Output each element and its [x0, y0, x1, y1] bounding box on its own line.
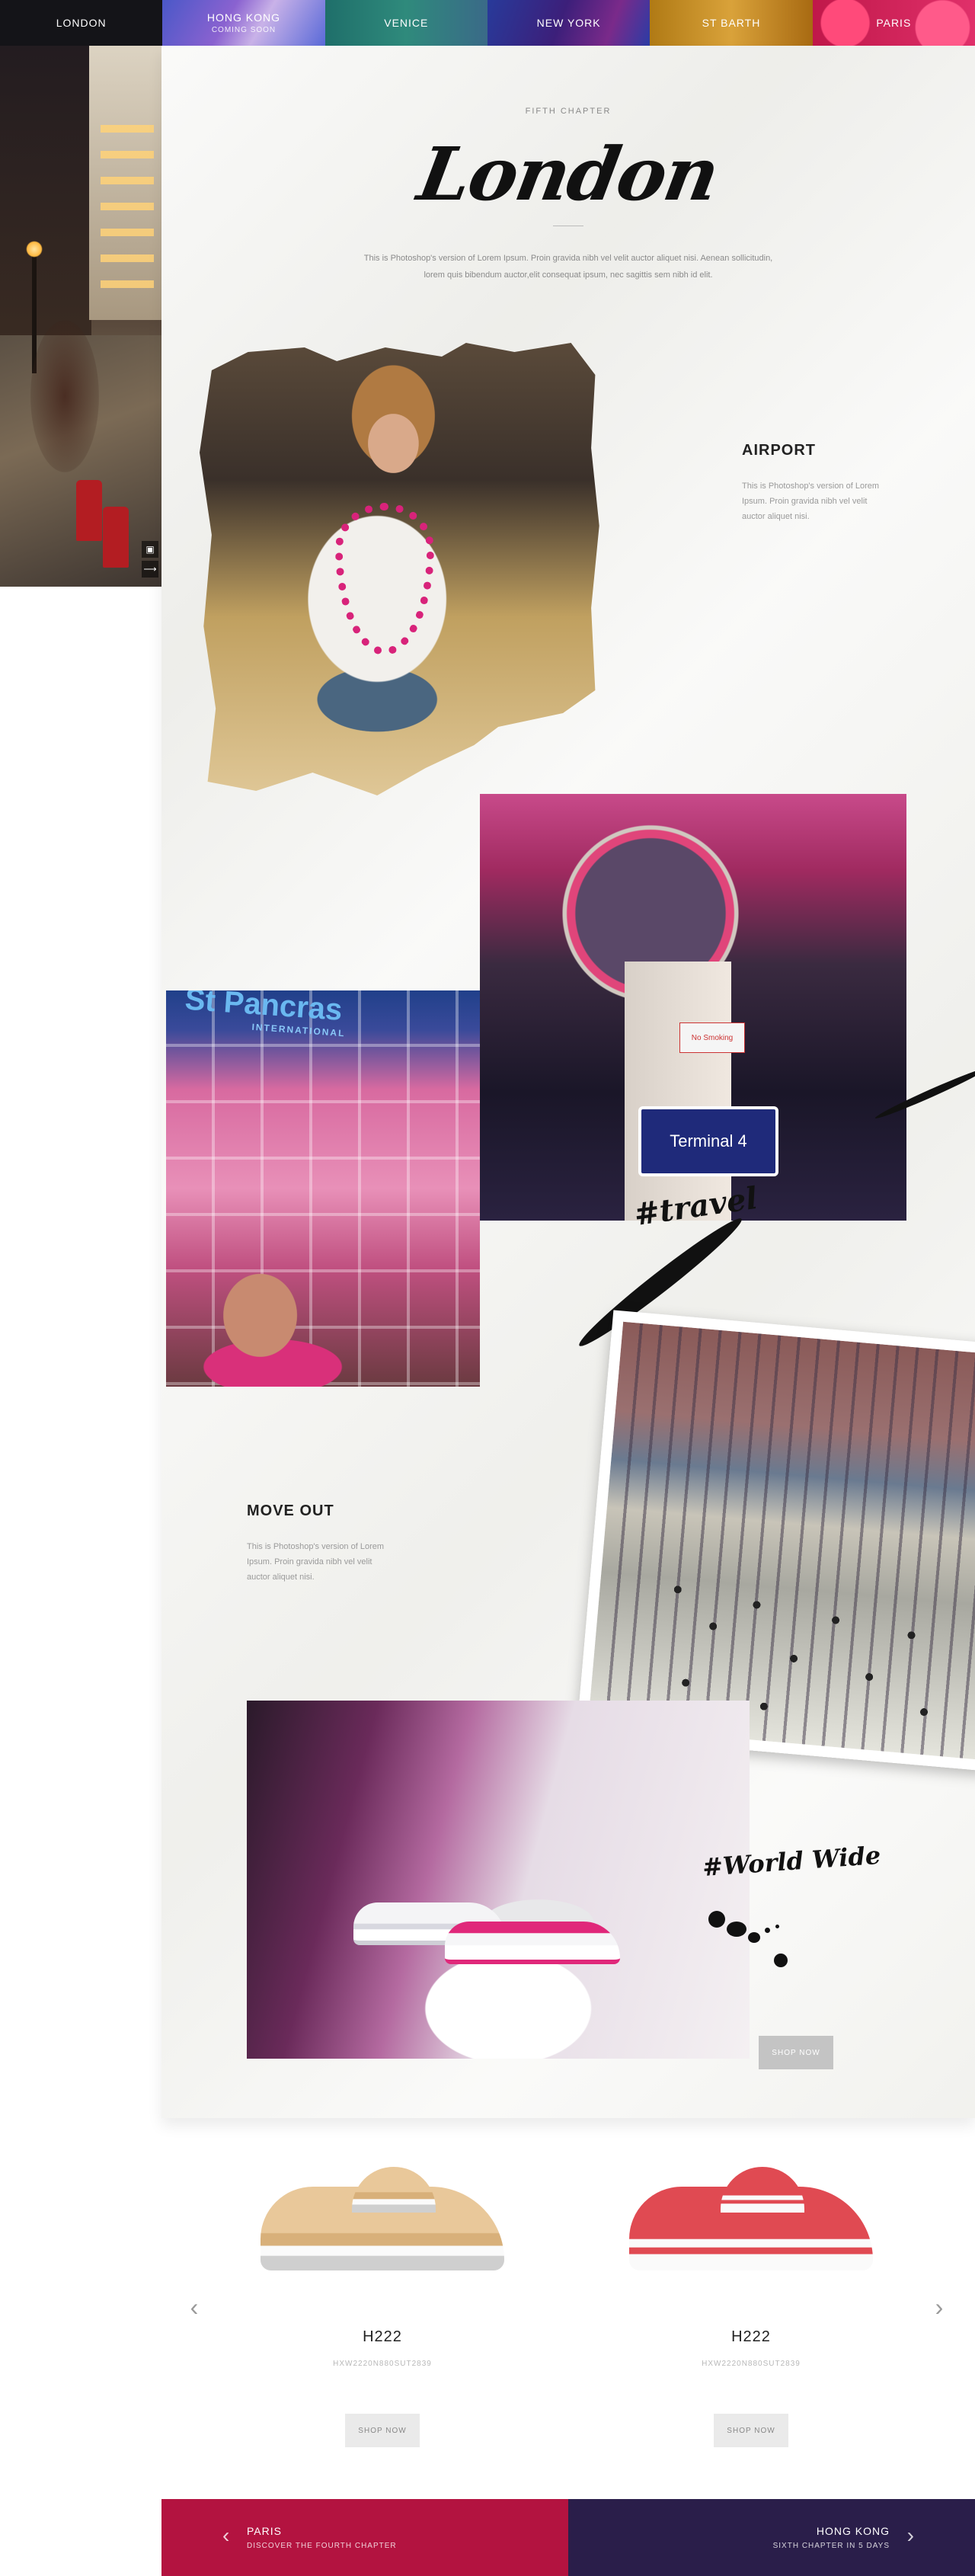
st-pancras-sign: St Pancras INTERNATIONAL: [183, 990, 414, 1044]
tab-label: PARIS: [876, 17, 912, 29]
chapter-label: FIFTH CHAPTER: [525, 107, 612, 116]
tab-label: NEW YORK: [536, 17, 601, 29]
section-body-airport: This is Photoshop's version of Lorem Ips…: [742, 482, 880, 521]
ink-dot: [774, 1954, 788, 1967]
london-street-photo: ▣ ⟶: [0, 46, 161, 587]
flower-lei: [335, 503, 434, 655]
ink-dot: [708, 1911, 725, 1928]
ink-dot: [765, 1928, 770, 1933]
city-navigation: LONDON HONG KONG COMING SOON VENICE NEW …: [0, 0, 975, 46]
chevron-left-icon: ‹: [222, 2523, 230, 2547]
beige-sneaker: [261, 2167, 504, 2270]
tab-label: HONG KONG: [206, 11, 281, 24]
product-code: HXW2220N880SUT2839: [702, 2360, 801, 2368]
section-body-move-out: This is Photoshop's version of Lorem Ips…: [247, 1542, 385, 1582]
no-smoking-sign: No Smoking: [679, 1022, 745, 1053]
next-chapter-link[interactable]: HONG KONG SIXTH CHAPTER IN 5 DAYS ›: [568, 2499, 975, 2576]
girl-airport-photo: [200, 343, 599, 795]
product-carousel: ‹ › H222 HXW2220N880SUT2839 SHOP NOW H22…: [0, 2118, 975, 2499]
terminal-sign: Terminal 4: [638, 1106, 778, 1176]
next-chapter-city: HONG KONG: [816, 2525, 890, 2537]
tab-label: VENICE: [384, 17, 429, 29]
intro-text: This is Photoshop's version of Lorem Ips…: [363, 254, 773, 280]
chapter-title: London: [411, 131, 725, 217]
sneakers-display-photo: [247, 1701, 750, 2059]
ink-dot: [775, 1925, 779, 1928]
station-name: St Pancras: [184, 990, 344, 1027]
pillar: [625, 962, 731, 1221]
product-card[interactable]: H222 HXW2220N880SUT2839 SHOP NOW: [253, 2118, 512, 2447]
tab-st-barth[interactable]: ST BARTH: [650, 0, 813, 46]
previous-chapter-desc: DISCOVER THE FOURTH CHAPTER: [247, 2542, 397, 2550]
product-name: H222: [731, 2328, 771, 2345]
instagram-icon[interactable]: ▣: [142, 541, 158, 558]
tab-label: ST BARTH: [702, 17, 761, 29]
previous-chapter-city: PARIS: [247, 2525, 282, 2537]
chevron-left-icon[interactable]: ‹: [183, 2292, 206, 2322]
red-sneaker: [629, 2167, 873, 2270]
ink-dot: [748, 1932, 760, 1943]
product-code: HXW2220N880SUT2839: [333, 2360, 432, 2368]
product-image[interactable]: [253, 2118, 512, 2293]
shop-now-button[interactable]: SHOP NOW: [345, 2414, 420, 2447]
shop-now-button[interactable]: SHOP NOW: [759, 2036, 833, 2069]
section-title-move-out: MOVE OUT: [247, 1502, 334, 1519]
chapter-navigation: ‹ PARIS DISCOVER THE FOURTH CHAPTER HONG…: [161, 2499, 975, 2576]
building-left: [0, 46, 91, 366]
pink-sneaker: [445, 1922, 620, 1964]
red-phone-box: [76, 480, 102, 541]
product-name: H222: [363, 2328, 402, 2345]
chapter-article: FIFTH CHAPTER London This is Photoshop's…: [161, 46, 975, 2118]
st-pancras-photo: St Pancras INTERNATIONAL: [166, 990, 480, 1387]
ink-dot: [727, 1922, 746, 1937]
tab-label: LONDON: [56, 17, 107, 29]
chevron-right-icon[interactable]: ›: [928, 2292, 951, 2322]
section-title-airport: AIRPORT: [742, 442, 816, 459]
product-image[interactable]: [622, 2118, 881, 2293]
share-icon[interactable]: ⟶: [142, 561, 158, 578]
tab-hong-kong[interactable]: HONG KONG COMING SOON: [162, 0, 325, 46]
previous-chapter-link[interactable]: ‹ PARIS DISCOVER THE FOURTH CHAPTER: [161, 2499, 568, 2576]
tab-new-york[interactable]: NEW YORK: [487, 0, 651, 46]
tab-sublabel: COMING SOON: [211, 26, 277, 34]
terminal-sign-text: Terminal 4: [670, 1131, 747, 1150]
tab-venice[interactable]: VENICE: [324, 0, 488, 46]
terminal-mirror-photo: No Smoking Terminal 4: [480, 794, 906, 1221]
lit-windows: [101, 107, 154, 290]
next-chapter-desc: SIXTH CHAPTER IN 5 DAYS: [772, 2542, 890, 2550]
shop-now-button[interactable]: SHOP NOW: [714, 2414, 788, 2447]
tree: [30, 320, 99, 472]
product-card[interactable]: H222 HXW2220N880SUT2839 SHOP NOW: [622, 2118, 881, 2447]
tab-paris[interactable]: PARIS: [812, 0, 975, 46]
chevron-right-icon: ›: [906, 2523, 914, 2547]
tab-london[interactable]: LONDON: [0, 0, 163, 46]
red-phone-box: [103, 507, 129, 568]
